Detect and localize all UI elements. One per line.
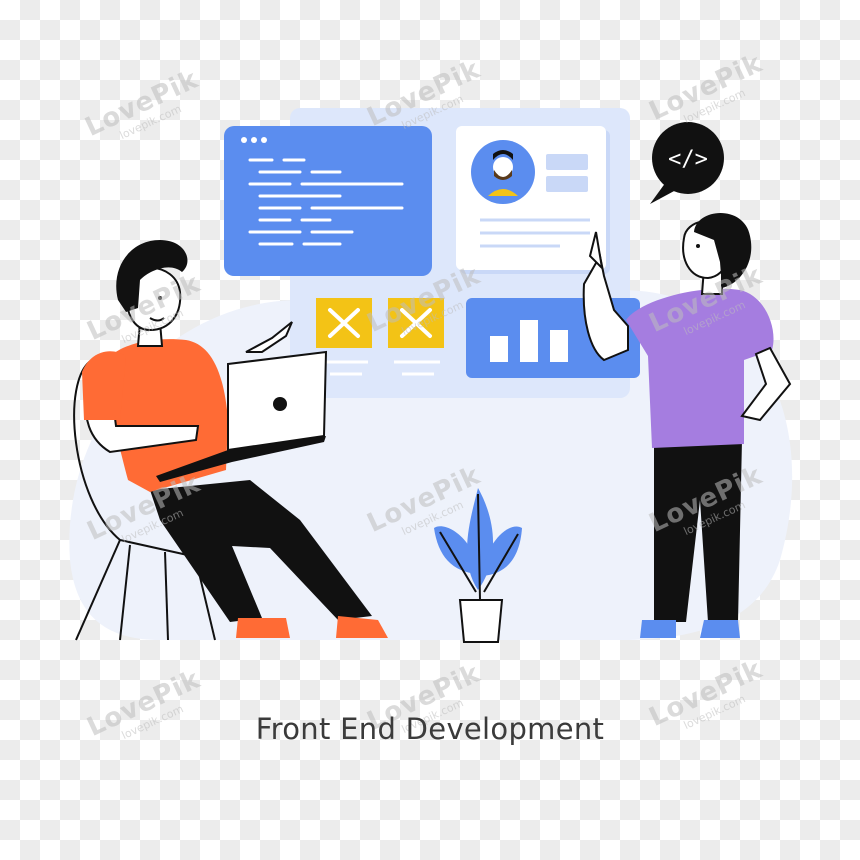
profile-card bbox=[456, 126, 610, 274]
window-dot bbox=[241, 137, 247, 143]
caption-title: Front End Development bbox=[255, 712, 605, 746]
shoe bbox=[236, 618, 290, 638]
code-window bbox=[224, 126, 432, 276]
shoe bbox=[700, 620, 740, 638]
chart-bar bbox=[550, 330, 568, 362]
plant-pot bbox=[458, 599, 504, 643]
window-dot bbox=[261, 137, 267, 143]
shoe bbox=[640, 620, 676, 638]
code-icon: </> bbox=[668, 147, 708, 172]
laptop-logo bbox=[273, 397, 287, 411]
chart-bar bbox=[490, 336, 508, 362]
code-bubble: </> bbox=[650, 122, 724, 204]
close-box-right bbox=[388, 298, 444, 376]
chart-bar bbox=[520, 320, 538, 362]
window-dot bbox=[251, 137, 257, 143]
